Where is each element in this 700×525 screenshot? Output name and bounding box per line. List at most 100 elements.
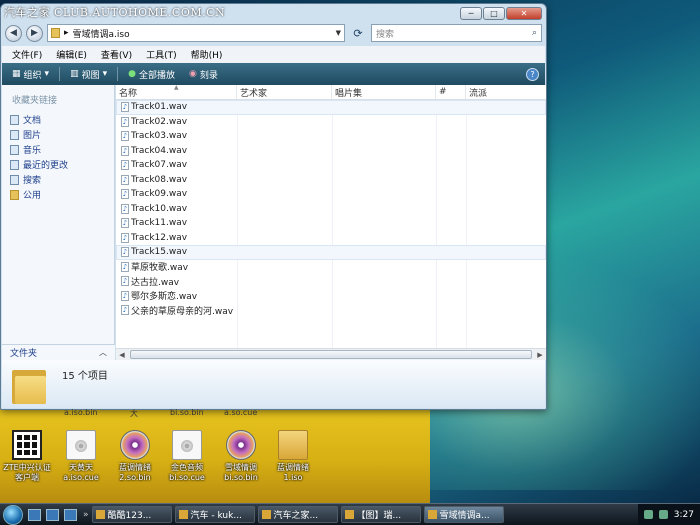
refresh-icon[interactable]: ⟳ xyxy=(349,24,367,42)
desktop-icon-label: 金色音频 bi.so.cue xyxy=(169,463,205,482)
file-cue-icon xyxy=(172,430,202,460)
burn-button[interactable]: ◉ 刻录 xyxy=(185,66,222,83)
menu-file[interactable]: 文件(F) xyxy=(12,48,42,61)
search-input[interactable]: 搜索 ⌕ xyxy=(371,24,542,42)
file-rows: ♪ Track01.wav ♪ Track02.wav ♪ Track03.wav ♪… xyxy=(116,100,546,318)
nav-item-recent[interactable]: 最近的更改 xyxy=(2,157,114,172)
menu-help[interactable]: 帮助(H) xyxy=(191,48,223,61)
recent-icon xyxy=(10,159,19,170)
quick-launch-more-icon[interactable]: » xyxy=(83,510,89,520)
network-icon[interactable] xyxy=(643,510,653,519)
desktop-icon-folder[interactable]: 蓝调情绪 1.iso xyxy=(266,430,320,483)
file-row[interactable]: ♪ 父亲的草原母亲的河.wav xyxy=(116,303,546,318)
nav-item-documents[interactable]: 文档 xyxy=(2,112,114,127)
chevron-down-icon[interactable]: ▼ xyxy=(336,29,341,37)
chevron-down-icon: ▾ xyxy=(44,69,50,79)
file-row[interactable]: ♪ Track02.wav xyxy=(116,115,546,130)
file-row[interactable]: ♪ Track15.wav xyxy=(116,245,546,260)
back-button[interactable]: ◀ xyxy=(5,24,22,42)
breadcrumb-arrow-icon: ▸ xyxy=(64,28,69,38)
views-button[interactable]: ▥ 视图 ▾ xyxy=(66,66,111,83)
clock[interactable]: 3:27 xyxy=(674,510,694,520)
taskbar-button-label: 酷酷123... xyxy=(107,511,152,521)
documents-icon xyxy=(10,114,19,125)
audio-file-icon: ♪ xyxy=(121,102,129,113)
file-row[interactable]: ♪ Track08.wav xyxy=(116,173,546,188)
scroll-right-icon[interactable]: ▶ xyxy=(534,351,546,359)
forward-button[interactable]: ▶ xyxy=(26,24,43,42)
horizontal-scrollbar[interactable]: ◀ ▶ xyxy=(116,348,546,360)
show-desktop-icon[interactable] xyxy=(28,508,41,521)
audio-file-icon: ♪ xyxy=(121,160,129,171)
menu-tools[interactable]: 工具(T) xyxy=(146,48,177,61)
close-button[interactable]: ✕ xyxy=(506,7,542,20)
nav-item-label: 音乐 xyxy=(23,146,42,156)
disc-icon xyxy=(120,430,150,460)
file-row[interactable]: ♪ Track09.wav xyxy=(116,187,546,202)
audio-file-icon: ♪ xyxy=(121,232,129,243)
desktop-icon-cue-file[interactable]: 天黄天 a.iso.cue xyxy=(54,430,108,483)
desktop-icon-disc-image[interactable]: 蓝调情绪 2.so.bin xyxy=(108,430,162,483)
disc-icon xyxy=(226,430,256,460)
file-row[interactable]: ♪ Track10.wav xyxy=(116,202,546,217)
taskbar-button[interactable]: 汽车 - kuk... xyxy=(174,506,255,523)
nav-item-music[interactable]: 音乐 xyxy=(2,142,114,157)
file-row[interactable]: ♪ 达古拉.wav xyxy=(116,274,546,289)
explorer-window: ─ □ ✕ ◀ ▶ ▸ 雪域情调a.iso ▼ ⟳ 搜索 ⌕ 文件(F) 编辑(… xyxy=(0,3,547,410)
nav-item-search[interactable]: 搜索 xyxy=(2,172,114,187)
file-row[interactable]: ♪ Track04.wav xyxy=(116,144,546,159)
column-track-number[interactable]: # xyxy=(436,85,466,99)
desktop-icon-cue-file[interactable]: 金色音频 bi.so.cue xyxy=(160,430,214,483)
file-row[interactable]: ♪ 鄂尔多斯恋.wav xyxy=(116,289,546,304)
taskbar-button[interactable]: 酷酷123... xyxy=(91,506,172,523)
file-row[interactable]: ♪ Track01.wav xyxy=(116,100,546,115)
switch-windows-icon[interactable] xyxy=(46,508,59,521)
file-list: ▲ 名称 艺术家 唱片集 # 流派 ♪ Track01.wav ♪ Track0… xyxy=(116,84,546,360)
nav-item-pictures[interactable]: 图片 xyxy=(2,127,114,142)
desktop-icon-label: 雪域情调 bi.so.bin xyxy=(224,463,258,482)
scrollbar-thumb[interactable] xyxy=(130,350,532,359)
taskbar-button-active[interactable]: 雪域情调a... xyxy=(423,506,504,523)
address-bar[interactable]: ▸ 雪域情调a.iso ▼ xyxy=(47,24,345,42)
file-row[interactable]: ♪ 草原牧歌.wav xyxy=(116,260,546,275)
help-icon[interactable]: ? xyxy=(526,67,539,81)
taskbar-button[interactable]: 【图】瑞... xyxy=(340,506,421,523)
play-all-button[interactable]: ● 全部播放 xyxy=(124,66,179,83)
column-name[interactable]: ▲ 名称 xyxy=(116,84,237,99)
menu-view[interactable]: 查看(V) xyxy=(101,48,132,61)
organize-label: 组织 xyxy=(23,70,42,81)
desktop-icon-zte-client[interactable]: ZTE中兴认证客户端 xyxy=(0,430,54,483)
desktop-icon-disc-image[interactable]: 雪域情调 bi.so.bin xyxy=(214,430,268,483)
folders-toggle[interactable]: 文件夹 ︿ xyxy=(2,344,115,360)
file-row[interactable]: ♪ Track11.wav xyxy=(116,216,546,231)
start-button[interactable] xyxy=(3,504,23,525)
toolbar-divider xyxy=(117,67,119,81)
column-genre[interactable]: 流派 xyxy=(466,85,546,99)
favorite-links-title: 收藏夹链接 xyxy=(12,96,58,106)
menu-edit[interactable]: 编辑(E) xyxy=(56,48,87,61)
column-artist[interactable]: 艺术家 xyxy=(237,85,332,99)
file-row[interactable]: ♪ Track07.wav xyxy=(116,158,546,173)
file-row[interactable]: ♪ Track12.wav xyxy=(116,231,546,246)
item-count: 15 个项目 xyxy=(62,371,108,382)
nav-item-label: 最近的更改 xyxy=(23,161,69,171)
column-headers: ▲ 名称 艺术家 唱片集 # 流派 xyxy=(116,84,546,100)
search-icon[interactable]: ⌕ xyxy=(532,28,537,38)
browser-icon[interactable] xyxy=(64,508,77,521)
nav-item-public[interactable]: 公用 xyxy=(2,187,114,202)
organize-button[interactable]: ▦ 组织 ▾ xyxy=(8,66,53,83)
minimize-button[interactable]: ─ xyxy=(460,7,482,20)
file-name: Track15.wav xyxy=(131,247,188,258)
taskbar-button-label: 汽车之家... xyxy=(273,511,319,521)
organize-icon: ▦ xyxy=(12,69,21,79)
window-controls: ─ □ ✕ xyxy=(460,7,542,20)
file-row[interactable]: ♪ Track03.wav xyxy=(116,129,546,144)
volume-icon[interactable] xyxy=(658,510,668,519)
folder-icon xyxy=(278,430,308,460)
scroll-left-icon[interactable]: ◀ xyxy=(116,351,128,359)
taskbar-button[interactable]: 汽车之家... xyxy=(257,506,338,523)
column-album[interactable]: 唱片集 xyxy=(332,85,436,99)
audio-file-icon: ♪ xyxy=(121,261,129,272)
maximize-button[interactable]: □ xyxy=(483,7,505,20)
audio-file-icon: ♪ xyxy=(121,247,129,258)
